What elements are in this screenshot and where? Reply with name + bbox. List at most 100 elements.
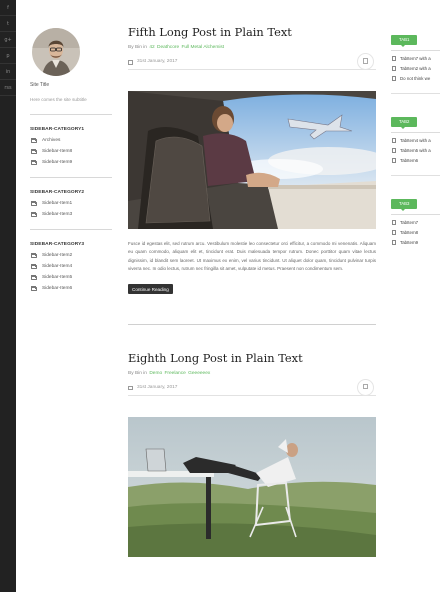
post-format-badge	[357, 378, 374, 396]
facebook-icon[interactable]: f	[0, 0, 16, 16]
post-date: 31st January, 2017	[137, 59, 178, 64]
page-icon	[392, 56, 396, 61]
post: Eighth Long Post in Plain Text By Bin in…	[128, 351, 376, 557]
folder-icon	[31, 160, 37, 165]
tab-list-item[interactable]: Do not think we	[391, 76, 440, 81]
linkedin-icon[interactable]: in	[0, 64, 16, 80]
category-item-label: Sidebar-Item2	[42, 253, 73, 258]
tab-list-item[interactable]: TabItem9	[391, 240, 440, 245]
tab-item-label: TabItem9	[400, 240, 419, 245]
tab-list-item[interactable]: TabItem6	[391, 158, 440, 163]
page-icon	[392, 76, 396, 81]
folder-icon	[31, 201, 37, 206]
divider	[391, 132, 440, 133]
category-item-label: Sidebar-Item8	[42, 149, 73, 154]
post-image-desk[interactable]	[128, 416, 376, 557]
page-icon	[392, 230, 396, 235]
tab-item-label: TabItem7	[400, 220, 419, 225]
category-heading-1: SIDEBAR-CATEGORY1	[30, 127, 85, 132]
post-format-badge	[357, 53, 374, 70]
divider	[391, 214, 440, 215]
post-author[interactable]: Bin	[135, 371, 142, 376]
category-item-label: Sidebar-Item1	[42, 201, 73, 206]
post-meta-row: 31st January, 2017	[128, 53, 376, 70]
post-title[interactable]: Fifth Long Post in Plain Text	[128, 25, 376, 39]
tab-widgets: TAB1 TabItem7 with a TabItem2 with a Do …	[391, 0, 440, 245]
category-item-label: Sidebar-Item5	[42, 275, 73, 280]
post-title[interactable]: Eighth Long Post in Plain Text	[128, 351, 376, 365]
divider	[391, 93, 440, 94]
folder-icon	[31, 253, 37, 258]
folder-icon	[31, 275, 37, 280]
tab-list-item[interactable]: TabItem2 with a	[391, 66, 440, 71]
divider	[30, 114, 112, 115]
tab-1[interactable]: TAB1	[391, 35, 418, 47]
tab-item-label: TabItem6	[400, 158, 419, 163]
post-image-airplane[interactable]	[128, 91, 376, 229]
category-item[interactable]: Sidebar-Item1	[30, 201, 112, 206]
post-category-link[interactable]: Full Metal Alchemist	[181, 45, 224, 50]
page-icon	[392, 220, 396, 225]
tab-item-label: TabItem2 with a	[400, 66, 431, 71]
post-category-link[interactable]: 42	[149, 45, 154, 50]
page-icon	[392, 158, 396, 163]
category-item[interactable]: Sidebar-Item8	[30, 149, 112, 154]
post-category-link[interactable]: Geeeeeex	[188, 371, 210, 376]
tab-item-label: Do not think we	[400, 76, 431, 81]
tab-item-label: TabItem7 with a	[400, 56, 431, 61]
post-category-link[interactable]: Demo	[149, 371, 162, 376]
category-item[interactable]: Sidebar-Item6	[30, 286, 112, 291]
continue-reading-button[interactable]: Continue Reading	[128, 284, 173, 294]
tab-list-item[interactable]: TabItem4 with a	[391, 138, 440, 143]
divider	[30, 229, 112, 230]
byline-by: By	[128, 370, 134, 376]
category-item[interactable]: Sidebar-Item9	[30, 160, 112, 165]
category-item-label: Sidebar-Item4	[42, 264, 73, 269]
post-date: 31st January, 2017	[137, 384, 178, 390]
divider	[391, 50, 440, 51]
post-author[interactable]: Bin	[135, 45, 142, 50]
category-heading-2: SIDEBAR-CATEGORY2	[30, 190, 85, 195]
page-icon	[392, 66, 396, 71]
rss-icon[interactable]: rss	[0, 80, 16, 96]
page-icon	[392, 240, 396, 245]
main-content: Fifth Long Post in Plain Text By Bin in …	[128, 0, 376, 557]
post-category-link[interactable]: Deathcore	[157, 45, 179, 50]
site-subtitle: Here comes the site subtitle	[30, 97, 87, 102]
category-heading-3: SIDEBAR-CATEGORY3	[30, 242, 85, 247]
avatar[interactable]	[32, 28, 80, 76]
tab-list-item[interactable]: TabItem7	[391, 220, 440, 225]
tab-list-item[interactable]: TabItem8	[391, 230, 440, 235]
folder-icon	[31, 286, 37, 291]
tab-3[interactable]: TAB3	[391, 199, 418, 211]
post-category-link[interactable]: Freelance	[164, 371, 185, 376]
category-item[interactable]: Sidebar-Item3	[30, 212, 112, 217]
tab-2[interactable]: TAB2	[391, 117, 418, 129]
calendar-icon	[128, 385, 133, 391]
site-title[interactable]: Site Title	[30, 82, 112, 88]
post-separator	[128, 323, 376, 325]
byline-by: By	[128, 45, 134, 50]
page-icon	[392, 138, 396, 143]
category-item[interactable]: Archives	[30, 138, 112, 143]
calendar-icon	[128, 60, 133, 65]
tab-list-item[interactable]: TabItem7 with a	[391, 56, 440, 61]
category-item-label: Archives	[42, 138, 61, 143]
post-byline: By Bin in Demo Freelance Geeeeeex	[128, 371, 376, 376]
google-plus-icon[interactable]: g+	[0, 32, 16, 48]
category-item[interactable]: Sidebar-Item5	[30, 275, 112, 280]
folder-icon	[31, 138, 37, 143]
post-byline: By Bin in 42 Deathcore Full Metal Alchem…	[128, 45, 376, 50]
document-icon	[363, 383, 368, 390]
divider	[391, 175, 440, 176]
profile-sidebar: Site Title Here comes the site subtitle …	[30, 28, 112, 291]
category-item[interactable]: Sidebar-Item4	[30, 264, 112, 269]
folder-icon	[31, 264, 37, 269]
tab-list-item[interactable]: TabItem5 with a	[391, 148, 440, 153]
pinterest-icon[interactable]: p	[0, 48, 16, 64]
divider	[30, 177, 112, 178]
twitter-icon[interactable]: t	[0, 16, 16, 32]
category-item[interactable]: Sidebar-Item2	[30, 253, 112, 258]
folder-icon	[31, 212, 37, 217]
tab-widget: TAB1 TabItem7 with a TabItem2 with a Do …	[391, 28, 440, 94]
